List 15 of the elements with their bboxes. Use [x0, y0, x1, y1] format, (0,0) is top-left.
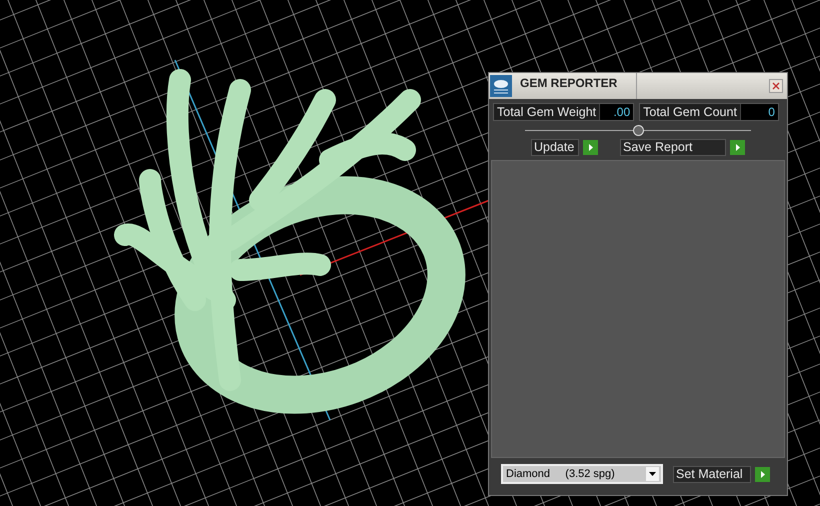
stat-label: Total Gem Weight — [496, 104, 598, 121]
panel-title: GEM REPORTER — [520, 75, 618, 92]
slider-thumb[interactable] — [633, 125, 644, 136]
action-button[interactable]: Save Report — [620, 139, 726, 156]
stat-value: 0 — [740, 104, 778, 120]
material-value: Diamond (3.52 spg) — [505, 466, 616, 482]
dropdown-caret-icon — [646, 467, 659, 481]
material-dropdown[interactable]: Diamond (3.52 spg) — [501, 464, 663, 484]
action-button[interactable]: Set Material — [673, 466, 751, 482]
stat-label: Total Gem Count — [642, 104, 738, 121]
action-button[interactable]: Update — [531, 139, 579, 156]
stat-value: .00 — [599, 104, 634, 120]
close-icon — [772, 82, 780, 90]
gem-app-icon — [490, 75, 512, 97]
close-button[interactable] — [769, 79, 783, 93]
